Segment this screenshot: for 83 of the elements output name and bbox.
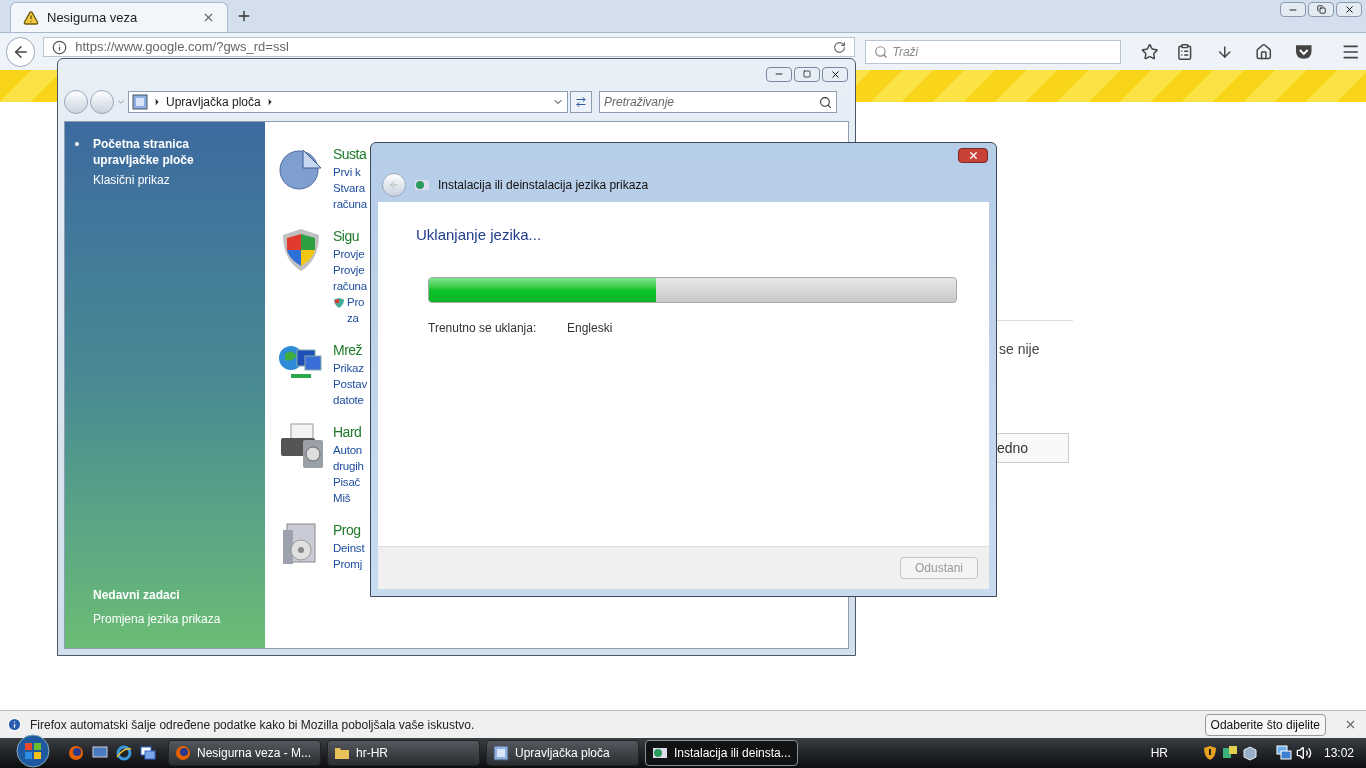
search-field[interactable]: Pretraživanje (599, 91, 837, 113)
category-link[interactable]: Promj (333, 556, 365, 572)
category-title[interactable]: Prog (333, 520, 365, 540)
refresh-arrows-icon (575, 96, 587, 108)
status-label: Trenutno se uklanja: (428, 319, 538, 337)
search-icon (874, 44, 889, 59)
category-link[interactable]: Stvara računa (333, 180, 367, 212)
browser-tab[interactable]: Nesigurna veza (10, 2, 228, 32)
category-link[interactable]: Provje (333, 246, 367, 262)
control-panel-icon (493, 745, 509, 761)
window-switch-icon[interactable] (140, 745, 156, 761)
bookmark-star-icon[interactable] (1140, 42, 1159, 61)
folder-icon (334, 745, 350, 761)
category-link[interactable]: Miš (333, 490, 364, 506)
category-link[interactable]: Deinst (333, 540, 365, 556)
address-bar[interactable]: https://www.google.com/?gws_rd=ssl (43, 37, 856, 57)
close-icon (1343, 4, 1355, 15)
search-field[interactable]: Traži (865, 39, 1121, 64)
restore-icon (1316, 5, 1326, 14)
home-icon[interactable] (1255, 42, 1273, 61)
clock[interactable]: 13:02 (1323, 744, 1354, 762)
category-title[interactable]: Mrež (333, 340, 367, 360)
close-icon[interactable] (1344, 718, 1357, 731)
notification-text: Firefox automatski šalje određene podatke kako bi Mozilla poboljšala vaše iskustvo. (30, 716, 476, 734)
info-icon (7, 717, 22, 732)
maximize-icon (803, 70, 811, 78)
security-alert-icon[interactable] (1201, 745, 1218, 761)
category-title[interactable]: Sigu (333, 226, 367, 246)
new-tab-icon[interactable] (236, 8, 252, 24)
close-button[interactable] (822, 66, 848, 82)
pocket-icon[interactable] (1295, 42, 1313, 61)
start-button[interactable] (16, 734, 50, 768)
category-title[interactable]: Susta (333, 144, 367, 164)
sidebar-link[interactable]: Početna stranica upravljačke ploče (75, 136, 255, 168)
language-indicator[interactable]: HR (1150, 744, 1168, 762)
volume-icon[interactable] (1295, 745, 1312, 761)
firefox-icon (175, 745, 191, 761)
search-icon[interactable] (819, 95, 832, 109)
warning-icon (23, 9, 39, 26)
back-arrow-icon (388, 178, 400, 191)
browser-e-icon[interactable] (116, 745, 132, 761)
category-link[interactable]: Pro za (347, 294, 365, 326)
close-button[interactable] (958, 147, 988, 163)
sidebar-link[interactable]: Klasični prikaz (75, 172, 255, 188)
taskbar-button[interactable]: Upravljačka ploča (486, 740, 639, 766)
category-link[interactable]: Postav datote (333, 376, 367, 408)
close-button[interactable] (1336, 2, 1362, 17)
desktop-icon[interactable] (92, 745, 108, 761)
minimize-button[interactable] (766, 66, 792, 82)
category-link[interactable]: Prvi k (333, 164, 367, 180)
category-link[interactable]: Auton drugih (333, 442, 364, 474)
firefox-icon (68, 745, 84, 761)
page-button[interactable]: edno (997, 433, 1069, 463)
close-icon (829, 68, 841, 80)
close-icon[interactable] (202, 11, 215, 24)
page-text: se nije (999, 340, 1040, 359)
control-panel-icon (132, 94, 148, 110)
dialog-title: Instalacija ili deinstalacija jezika prikaza (438, 176, 649, 194)
minimize-button[interactable] (1280, 2, 1306, 17)
choose-share-button[interactable]: Odaberite što dijelite (1204, 713, 1326, 736)
taskbar-button[interactable]: Nesigurna veza - M... (168, 740, 321, 766)
dialog-heading: Uklanjanje jezika... (416, 225, 543, 245)
network-icon[interactable] (1275, 745, 1292, 761)
tray-box-icon[interactable] (1241, 745, 1258, 761)
category-link[interactable]: Prikaz (333, 360, 367, 376)
close-icon (967, 149, 979, 161)
recent-tasks-heading: Nedavni zadaci (92, 587, 181, 604)
address-bar[interactable]: Upravljačka ploča (128, 91, 568, 113)
shield-icon (333, 297, 345, 309)
taskbar-button[interactable]: Instalacija ili deinsta... (645, 740, 798, 766)
refresh-button[interactable] (570, 91, 592, 113)
reading-list-icon[interactable] (1176, 42, 1194, 61)
reload-icon[interactable] (833, 40, 847, 54)
info-icon[interactable] (52, 39, 68, 55)
tray-app-icon[interactable] (1221, 745, 1238, 761)
category-link[interactable]: Pisač (333, 474, 364, 490)
status-value: Engleski (567, 319, 613, 337)
category-title[interactable]: Hard (333, 422, 364, 442)
restore-button[interactable] (1308, 2, 1334, 17)
back-button[interactable] (6, 36, 36, 67)
taskbar-button[interactable]: hr-HR (327, 740, 480, 766)
category-link[interactable]: Provje računa (333, 262, 367, 294)
chevron-right-icon[interactable] (152, 97, 162, 107)
